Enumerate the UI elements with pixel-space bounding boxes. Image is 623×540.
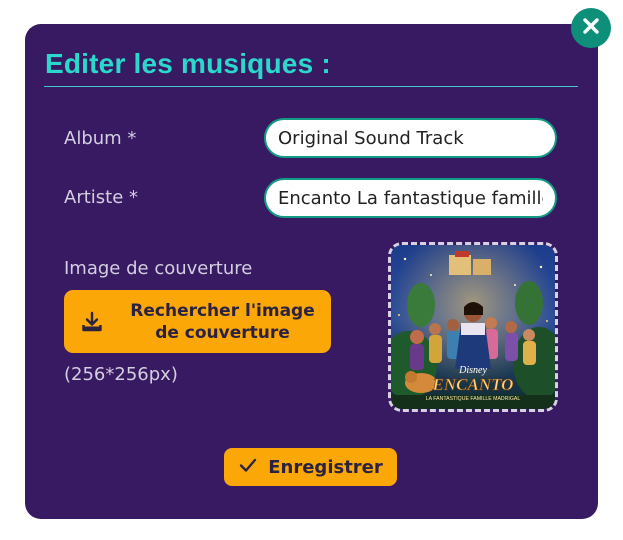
edit-music-modal: Editer les musiques : Album * Artiste * … — [25, 24, 598, 519]
save-button[interactable]: Enregistrer — [224, 448, 397, 486]
search-cover-button[interactable]: Rechercher l'image de couverture — [64, 290, 331, 353]
title-divider — [44, 86, 578, 87]
album-field[interactable] — [264, 118, 557, 158]
artist-field[interactable] — [264, 178, 557, 218]
download-icon — [64, 310, 120, 334]
cover-size-hint: (256*256px) — [64, 364, 178, 385]
save-button-label: Enregistrer — [268, 456, 383, 478]
album-label: Album * — [64, 128, 137, 149]
cover-image[interactable]: Disney ENCANTO LA FANTASTIQUE FAMILLE MA… — [388, 242, 558, 412]
cover-title-text: ENCANTO — [432, 375, 514, 394]
artist-label: Artiste * — [64, 187, 139, 208]
search-cover-button-label: Rechercher l'image de couverture — [130, 300, 315, 343]
modal-title: Editer les musiques : — [45, 48, 331, 79]
cover-subtitle-text: LA FANTASTIQUE FAMILLE MADRIGAL — [426, 396, 521, 402]
close-button[interactable] — [571, 8, 611, 48]
check-icon — [238, 455, 258, 479]
close-icon — [581, 16, 601, 40]
cover-label: Image de couverture — [64, 258, 253, 279]
